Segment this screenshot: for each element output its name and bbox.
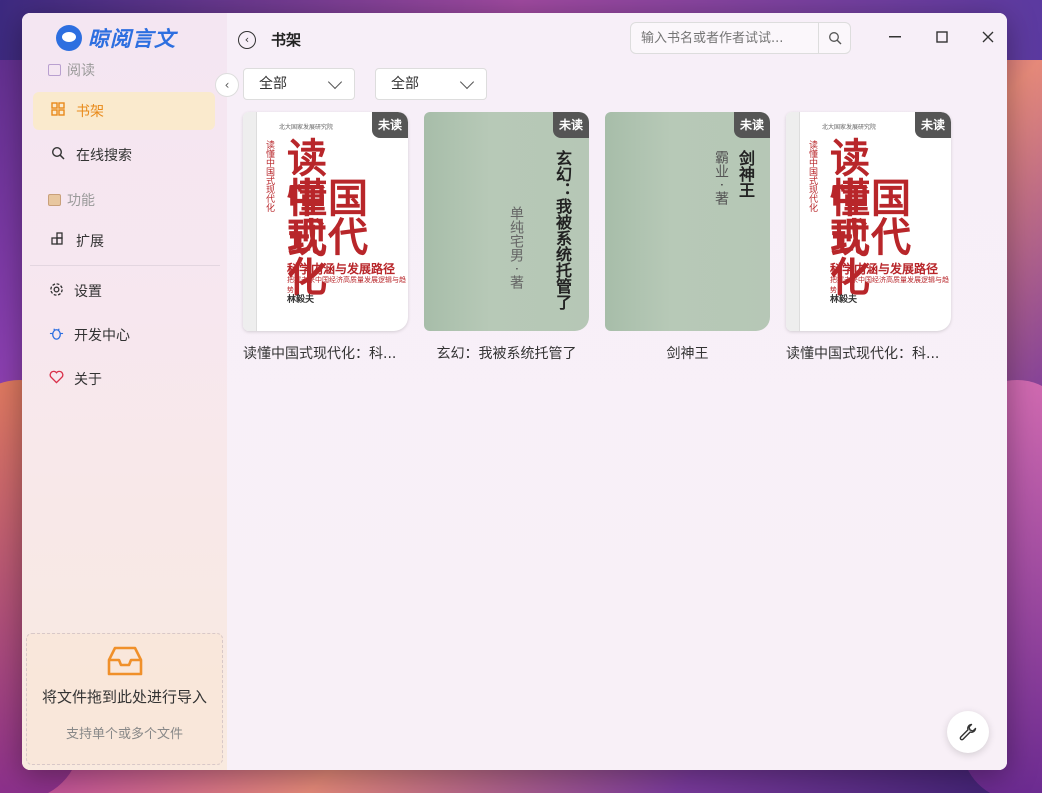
- search-box: [630, 22, 851, 54]
- app-window: 晾阅言文 阅读 书架 在线搜索 功能 扩展 设置 开发中心 关于 将文件拖到此处…: [22, 13, 1007, 770]
- filter-select-1[interactable]: 全部: [243, 68, 355, 100]
- filter-select-2[interactable]: 全部: [375, 68, 487, 100]
- section-func: 功能: [48, 190, 95, 210]
- book-cover: 北大国家发展研究院 读懂中国式现代化 读 懂 中国式 现代化 科学内涵与发展路径…: [786, 112, 951, 331]
- cover-author: 霸业 · 著: [713, 150, 729, 206]
- logo-icon: [56, 25, 82, 51]
- sidebar-item-label: 开发中心: [74, 328, 130, 344]
- book-icon: [48, 64, 61, 76]
- cover-title: 玄幻：我被系统托管了: [553, 150, 572, 310]
- maximize-button[interactable]: [931, 26, 953, 48]
- close-button[interactable]: [977, 26, 999, 48]
- unread-badge: 未读: [914, 112, 951, 138]
- filter-select-value: 全部: [259, 76, 287, 92]
- sidebar-item-extensions[interactable]: 扩展: [33, 222, 215, 260]
- sidebar-item-label: 书架: [76, 104, 104, 120]
- book-title: 玄幻：我被系统托管了: [436, 346, 577, 362]
- minimize-button[interactable]: [884, 26, 906, 48]
- collapse-sidebar-button[interactable]: ‹: [215, 73, 239, 97]
- section-func-label: 功能: [67, 193, 95, 209]
- sidebar-item-online-search[interactable]: 在线搜索: [33, 136, 215, 174]
- unread-badge: 未读: [552, 112, 589, 138]
- sidebar-item-label: 设置: [74, 284, 102, 300]
- app-logo: 晾阅言文: [56, 23, 176, 53]
- unread-badge: 未读: [371, 112, 408, 138]
- book-cover: 玄幻：我被系统托管了 单纯宅男 · 著 未读: [424, 112, 589, 331]
- sidebar-item-bookshelf[interactable]: 书架: [33, 92, 215, 130]
- sidebar-item-label: 在线搜索: [76, 148, 132, 164]
- toolbox-icon: [48, 194, 61, 206]
- heart-icon: [48, 370, 64, 388]
- cover-author: 林毅夫: [287, 295, 315, 305]
- cover-vertical-title: 读懂中国式现代化: [264, 140, 274, 212]
- inbox-tray-icon: [107, 644, 143, 678]
- main-content: ‹ 书架 ‹ 全部 全部 北大国: [215, 13, 1007, 770]
- cover-publisher: 北大国家发展研究院: [822, 124, 877, 131]
- cover-title: 剑神王: [736, 150, 755, 198]
- close-icon: [982, 31, 994, 43]
- sidebar-item-label: 关于: [74, 372, 102, 388]
- book-spine: [243, 112, 257, 331]
- chevron-down-icon: [327, 74, 343, 90]
- book-card[interactable]: 剑神王 霸业 · 著 未读 剑神王: [605, 112, 770, 363]
- search-button[interactable]: [818, 23, 850, 53]
- filter-select-value: 全部: [391, 76, 419, 92]
- search-icon: [828, 32, 841, 45]
- extension-icon: [50, 232, 66, 250]
- drop-zone-title: 将文件拖到此处进行导入: [41, 688, 207, 706]
- book-title: 剑神王: [666, 346, 709, 362]
- section-read-label: 阅读: [67, 63, 95, 79]
- wrench-icon: [959, 723, 977, 741]
- bug-icon: [48, 326, 64, 345]
- book-cover: 剑神王 霸业 · 著 未读: [605, 112, 770, 331]
- drop-zone-subtitle: 支持单个或多个文件: [65, 727, 183, 742]
- sidebar-item-settings[interactable]: 设置: [22, 272, 204, 310]
- search-icon: [50, 146, 66, 164]
- unread-badge: 未读: [733, 112, 770, 138]
- book-spine: [786, 112, 800, 331]
- book-card[interactable]: 北大国家发展研究院 读懂中国式现代化 读 懂 中国式 现代化 科学内涵与发展路径…: [243, 112, 408, 363]
- section-read: 阅读: [48, 60, 95, 80]
- tools-button[interactable]: [947, 711, 989, 753]
- search-input[interactable]: [631, 23, 819, 53]
- cover-vertical-title: 读懂中国式现代化: [807, 140, 817, 212]
- cover-publisher: 北大国家发展研究院: [279, 124, 334, 131]
- book-title: 读懂中国式现代化：科...: [243, 346, 397, 362]
- cover-author: 林毅夫: [830, 295, 858, 305]
- book-card[interactable]: 玄幻：我被系统托管了 单纯宅男 · 著 未读 玄幻：我被系统托管了: [424, 112, 589, 363]
- gear-icon: [48, 282, 64, 301]
- bookshelf-icon: [50, 102, 66, 120]
- maximize-icon: [936, 31, 948, 43]
- chevron-down-icon: [459, 74, 475, 90]
- file-drop-zone[interactable]: 将文件拖到此处进行导入 支持单个或多个文件: [26, 633, 223, 765]
- sidebar-item-about[interactable]: 关于: [22, 360, 204, 398]
- page-title: 书架: [271, 31, 302, 49]
- back-button[interactable]: ‹: [238, 31, 256, 49]
- sidebar: 晾阅言文 阅读 书架 在线搜索 功能 扩展 设置 开发中心 关于 将文件拖到此处…: [22, 13, 227, 770]
- book-card[interactable]: 北大国家发展研究院 读懂中国式现代化 读 懂 中国式 现代化 科学内涵与发展路径…: [786, 112, 951, 363]
- minimize-icon: [889, 36, 901, 38]
- sidebar-item-dev-center[interactable]: 开发中心: [22, 316, 204, 354]
- cover-author: 单纯宅男 · 著: [508, 206, 524, 290]
- book-title: 读懂中国式现代化：科...: [786, 346, 940, 362]
- logo-text: 晾阅言文: [88, 27, 176, 51]
- book-cover: 北大国家发展研究院 读懂中国式现代化 读 懂 中国式 现代化 科学内涵与发展路径…: [243, 112, 408, 331]
- sidebar-item-label: 扩展: [76, 234, 104, 250]
- sidebar-divider: [30, 265, 220, 266]
